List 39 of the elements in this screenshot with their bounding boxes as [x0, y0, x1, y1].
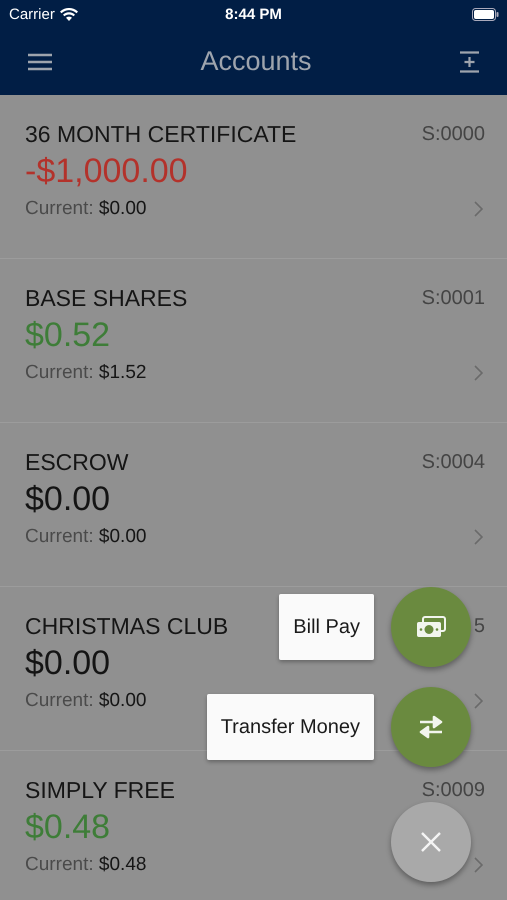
action-fab-button[interactable]	[391, 687, 471, 767]
close-icon	[421, 832, 441, 852]
clock-time: 8:44 PM	[225, 6, 282, 22]
account-code: S:0004	[422, 450, 485, 474]
expand-icon[interactable]	[460, 50, 479, 72]
current-balance: Current: $0.00	[25, 198, 148, 220]
account-balance: $0.00	[25, 480, 110, 518]
carrier-name: Carrier	[9, 6, 55, 22]
account-name: CHRISTMAS CLUB	[25, 612, 228, 640]
chevron-icon[interactable]	[474, 693, 483, 709]
menu-icon[interactable]	[28, 52, 52, 70]
account-name: SIMPLY FREE	[25, 776, 175, 804]
current-balance: Current: $0.48	[25, 854, 148, 876]
cash-icon	[416, 616, 446, 638]
account-name: BASE SHARES	[25, 284, 188, 312]
current-balance: Current: $0.00	[25, 690, 148, 712]
action-label-button[interactable]: Transfer Money	[206, 694, 374, 760]
account-balance: $0.48	[25, 808, 110, 846]
account-code: S:0001	[422, 286, 485, 310]
account-name: 36 MONTH CERTIFICATE	[25, 120, 296, 148]
action-fab-button[interactable]	[391, 587, 471, 667]
battery-icon	[472, 8, 499, 20]
account-balance: $0.52	[25, 316, 110, 354]
account-balance: $0.00	[25, 644, 110, 682]
account-name: ESCROW	[25, 448, 128, 476]
account-balance: -$1,000.00	[25, 152, 188, 190]
account-code: S:0009	[422, 778, 485, 802]
close-fab-button[interactable]	[391, 802, 471, 882]
chevron-icon[interactable]	[474, 857, 483, 873]
chevron-icon[interactable]	[474, 201, 483, 217]
screen-title: Accounts	[200, 46, 312, 77]
account-code: 5	[474, 614, 485, 638]
chevron-icon[interactable]	[474, 529, 483, 545]
action-label-button[interactable]: Bill Pay	[279, 594, 374, 660]
wifi-icon	[60, 8, 78, 20]
account-code: S:0000	[422, 122, 485, 146]
current-balance: Current: $0.00	[25, 526, 148, 548]
current-balance: Current: $1.52	[25, 362, 148, 384]
chevron-icon[interactable]	[474, 365, 483, 381]
